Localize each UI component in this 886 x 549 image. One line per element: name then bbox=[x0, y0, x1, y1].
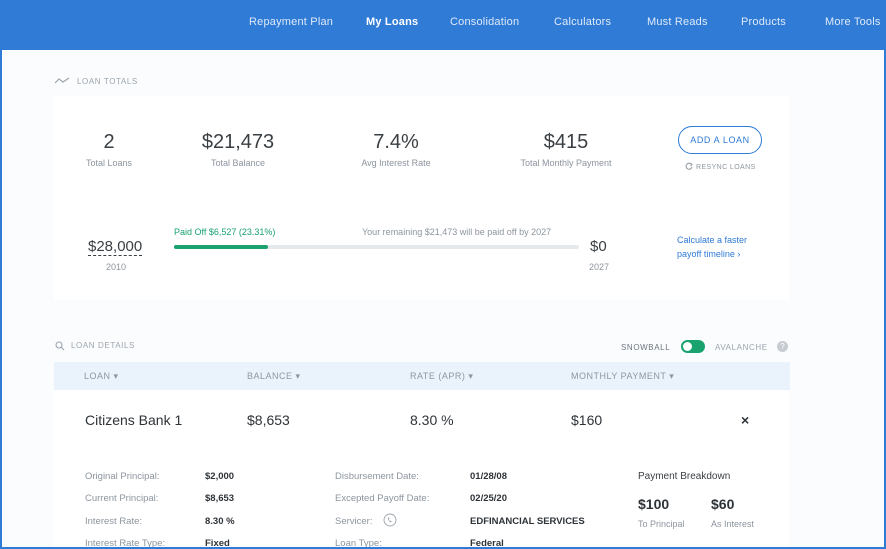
field-value: Fixed bbox=[205, 538, 230, 549]
caret-down-icon: ▾ bbox=[669, 371, 675, 381]
column-loan[interactable]: LOAN ▾ bbox=[84, 371, 119, 382]
field-value: EDFINANCIAL SERVICES bbox=[470, 516, 585, 527]
column-label: MONTHLY PAYMENT bbox=[571, 371, 667, 381]
loan-rate: 8.30 % bbox=[410, 412, 454, 428]
caret-down-icon: ▾ bbox=[113, 371, 119, 381]
faster-link-line2: payoff timeline bbox=[677, 249, 735, 259]
trend-icon bbox=[54, 77, 70, 84]
loan-balance: $8,653 bbox=[247, 412, 290, 428]
stat-label: Total Balance bbox=[210, 158, 266, 168]
field-label: Servicer: bbox=[335, 516, 373, 527]
end-amount: $0 bbox=[590, 238, 607, 255]
snowball-label: SNOWBALL bbox=[621, 343, 671, 352]
interest-value: $60 bbox=[711, 496, 735, 512]
field-value: 8.30 % bbox=[205, 516, 235, 527]
field-label: Loan Type: bbox=[335, 538, 382, 549]
field-value: 01/28/08 bbox=[470, 471, 507, 482]
column-balance[interactable]: BALANCE ▾ bbox=[247, 371, 301, 382]
stat-value: $415 bbox=[543, 131, 589, 153]
loan-monthly-payment: $160 bbox=[571, 412, 603, 428]
field-value: Federal bbox=[470, 538, 504, 549]
start-year: 2010 bbox=[106, 262, 127, 272]
interest-label: As Interest bbox=[711, 519, 755, 529]
start-amount[interactable]: $28,000 bbox=[88, 238, 143, 256]
snowball-avalanche-toggle[interactable] bbox=[681, 340, 705, 353]
column-label: BALANCE bbox=[247, 371, 293, 381]
nav-repayment-plan[interactable]: Repayment Plan bbox=[249, 16, 333, 28]
faster-link-line1: Calculate a faster bbox=[677, 235, 748, 245]
column-label: LOAN bbox=[84, 371, 111, 381]
top-nav: Repayment Plan My Loans Consolidation Ca… bbox=[2, 0, 884, 50]
stat-avg-interest: 7.4% Avg Interest Rate bbox=[341, 131, 451, 168]
field-value: $8,653 bbox=[205, 493, 235, 504]
principal-label: To Principal bbox=[638, 519, 685, 529]
avalanche-label: AVALANCHE bbox=[715, 343, 768, 352]
chevron-right-icon: › bbox=[737, 249, 741, 259]
stat-value: 2 bbox=[103, 131, 115, 153]
principal-value: $100 bbox=[638, 496, 670, 512]
search-icon bbox=[55, 341, 65, 351]
stat-label: Avg Interest Rate bbox=[361, 158, 431, 168]
stat-value: $21,473 bbox=[201, 131, 275, 153]
loan-details-label: LOAN DETAILS bbox=[71, 341, 135, 350]
payment-breakdown-title: Payment Breakdown bbox=[638, 471, 731, 482]
nav-must-reads[interactable]: Must Reads bbox=[647, 16, 708, 28]
column-rate[interactable]: RATE (APR) ▾ bbox=[410, 371, 473, 382]
field-label: Disbursement Date: bbox=[335, 471, 419, 482]
close-icon[interactable]: × bbox=[741, 412, 749, 428]
stat-monthly-payment: $415 Total Monthly Payment bbox=[500, 131, 632, 168]
refresh-icon bbox=[685, 162, 693, 170]
paid-off-text: Paid Off $6,527 (23.31%) bbox=[174, 227, 276, 237]
field-label: Interest Rate Type: bbox=[85, 538, 166, 549]
nav-my-loans[interactable]: My Loans bbox=[366, 16, 418, 28]
loan-name[interactable]: Citizens Bank 1 bbox=[85, 412, 182, 428]
field-label: Current Principal: bbox=[85, 493, 159, 504]
field-label: Excepted Payoff Date: bbox=[335, 493, 430, 504]
field-label: Interest Rate: bbox=[85, 516, 143, 527]
nav-consolidation[interactable]: Consolidation bbox=[450, 16, 519, 28]
help-icon[interactable]: ? bbox=[777, 341, 788, 352]
nav-products[interactable]: Products bbox=[741, 16, 786, 28]
field-value: 02/25/20 bbox=[470, 493, 507, 504]
remaining-text: Your remaining $21,473 will be paid off … bbox=[362, 227, 552, 237]
loans-table-header: LOAN ▾ BALANCE ▾ RATE (APR) ▾ MONTHLY PA… bbox=[54, 362, 790, 390]
loan-totals-label: LOAN TOTALS bbox=[77, 77, 138, 86]
payoff-progress-bar bbox=[174, 245, 579, 249]
stat-value: 7.4% bbox=[373, 131, 419, 153]
field-value: $2,000 bbox=[205, 471, 235, 482]
column-monthly-payment[interactable]: MONTHLY PAYMENT ▾ bbox=[571, 371, 674, 382]
toggle-knob bbox=[683, 342, 692, 351]
loan-totals-card bbox=[54, 96, 790, 300]
phone-icon[interactable] bbox=[383, 513, 397, 527]
resync-label: RESYNC LOANS bbox=[696, 164, 756, 171]
column-label: RATE (APR) bbox=[410, 371, 466, 381]
add-loan-label: ADD A LOAN bbox=[690, 135, 750, 145]
nav-calculators[interactable]: Calculators bbox=[554, 16, 611, 28]
stat-label: Total Monthly Payment bbox=[520, 158, 612, 168]
caret-down-icon: ▾ bbox=[295, 371, 301, 381]
end-year: 2027 bbox=[589, 262, 610, 272]
stat-total-balance: $21,473 Total Balance bbox=[178, 131, 298, 168]
resync-loans-button[interactable]: RESYNC LOANS bbox=[685, 162, 756, 171]
payoff-progress-fill bbox=[174, 245, 269, 249]
stat-label: Total Loans bbox=[85, 158, 133, 168]
field-label: Original Principal: bbox=[85, 471, 160, 482]
caret-down-icon: ▾ bbox=[468, 371, 474, 381]
nav-more-tools[interactable]: More Tools bbox=[825, 16, 881, 28]
faster-payoff-link[interactable]: Calculate a faster payoff timeline › bbox=[677, 233, 747, 261]
stat-total-loans: 2 Total Loans bbox=[74, 131, 144, 168]
app-frame: Repayment Plan My Loans Consolidation Ca… bbox=[0, 0, 886, 549]
add-loan-button[interactable]: ADD A LOAN bbox=[678, 126, 762, 154]
